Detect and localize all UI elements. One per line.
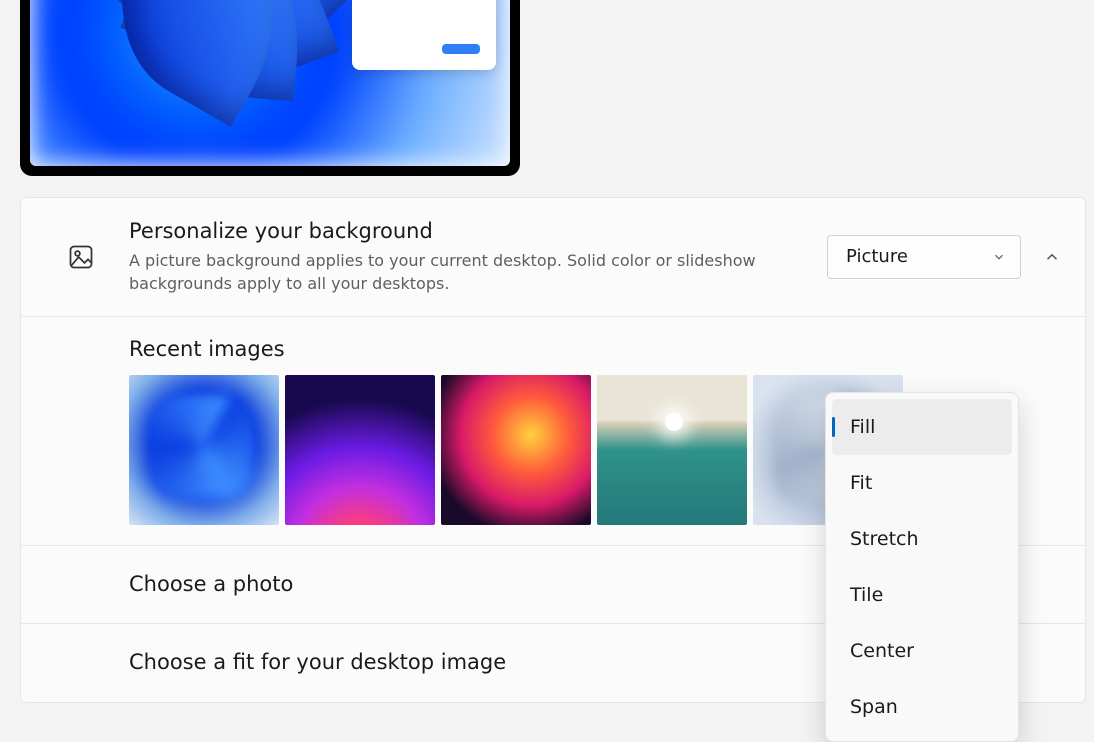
desktop-preview xyxy=(20,0,520,176)
recent-image-2[interactable] xyxy=(285,375,435,525)
recent-image-4[interactable] xyxy=(597,375,747,525)
choose-photo-title: Choose a photo xyxy=(129,571,293,598)
picture-icon xyxy=(67,243,95,271)
personalize-desc: A picture background applies to your cur… xyxy=(129,249,769,295)
fit-option-fit[interactable]: Fit xyxy=(832,455,1012,511)
personalize-title: Personalize your background xyxy=(129,218,827,245)
recent-images-title: Recent images xyxy=(129,337,285,361)
recent-image-1[interactable] xyxy=(129,375,279,525)
fit-option-span[interactable]: Span xyxy=(832,679,1012,735)
fit-option-center[interactable]: Center xyxy=(832,623,1012,679)
fit-option-tile[interactable]: Tile xyxy=(832,567,1012,623)
fit-option-stretch[interactable]: Stretch xyxy=(832,511,1012,567)
row-personalize-background: Personalize your background A picture ba… xyxy=(21,198,1085,317)
chevron-down-icon xyxy=(992,250,1006,264)
fit-option-fill[interactable]: Fill xyxy=(832,399,1012,455)
recent-images-thumbs xyxy=(129,375,903,525)
fit-options-flyout: Fill Fit Stretch Tile Center Span xyxy=(825,392,1019,742)
background-type-dropdown[interactable]: Picture xyxy=(827,235,1021,279)
preview-widget-card xyxy=(352,0,496,70)
background-type-value: Picture xyxy=(846,246,908,267)
recent-image-3[interactable] xyxy=(441,375,591,525)
choose-fit-title: Choose a fit for your desktop image xyxy=(129,649,506,676)
desktop-preview-inner xyxy=(30,0,510,166)
collapse-chevron-up-icon[interactable] xyxy=(1043,248,1061,266)
